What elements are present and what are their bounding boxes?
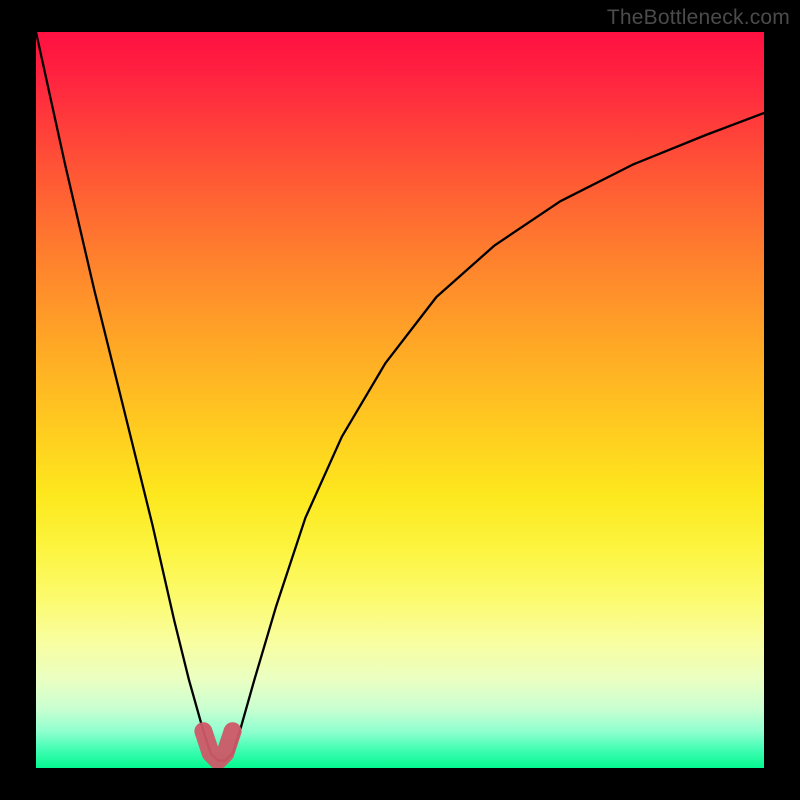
chart-svg	[36, 32, 764, 768]
minimum-highlight	[203, 731, 232, 760]
outer-black-frame: TheBottleneck.com	[0, 0, 800, 800]
watermark-text: TheBottleneck.com	[607, 6, 790, 30]
plot-area	[36, 32, 764, 768]
main-curve	[36, 32, 764, 761]
